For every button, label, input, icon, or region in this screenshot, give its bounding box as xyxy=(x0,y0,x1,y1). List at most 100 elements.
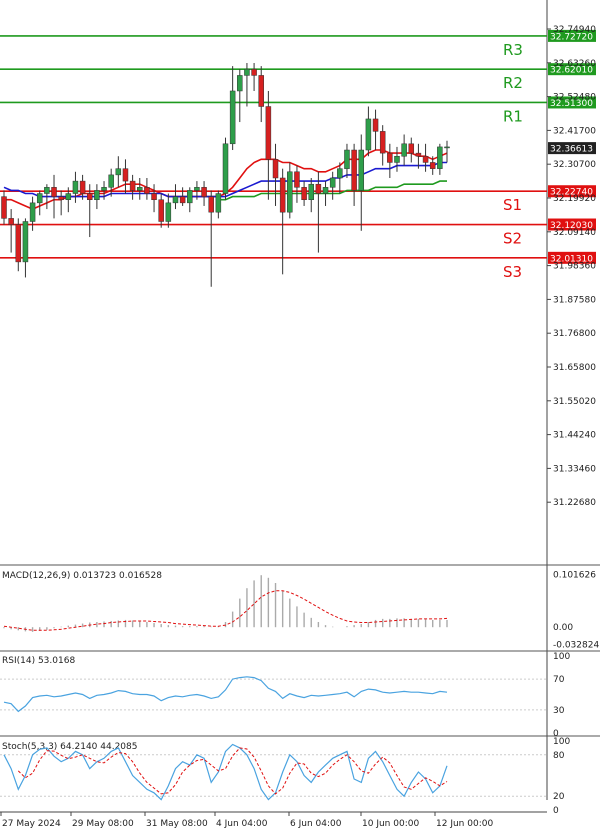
candle-body xyxy=(422,155,429,163)
chart-canvas: 32.72720R332.62010R232.51300R132.22740S1… xyxy=(0,0,600,829)
candle-body xyxy=(58,196,64,200)
candle-body xyxy=(415,152,422,157)
candle-body xyxy=(129,180,136,191)
indicator-panes: MACD(12,26,9) 0.013723 0.016528 RSI(14) 5… xyxy=(0,564,600,801)
candle-body xyxy=(22,221,29,263)
candle-body xyxy=(15,224,22,263)
candle-body xyxy=(208,196,214,213)
candle-body xyxy=(222,143,229,194)
candle-body xyxy=(365,118,372,151)
candle-body xyxy=(287,171,293,213)
candle-body xyxy=(194,187,200,191)
candle-body xyxy=(36,193,43,204)
candle-body xyxy=(437,146,443,169)
price-tick-label: 32.30700 xyxy=(553,160,596,170)
price-tick-label: 31.98360 xyxy=(553,262,596,272)
macd-tick-label: 0.101626 xyxy=(553,570,596,580)
rsi-tick-label: 70 xyxy=(553,675,565,685)
candle-body xyxy=(329,177,336,188)
candle-body xyxy=(294,171,300,188)
time-tick-label: 12 Jun 00:00 xyxy=(436,819,493,829)
candle-body xyxy=(258,75,264,107)
candle-body xyxy=(272,159,279,179)
candle-body xyxy=(344,149,350,169)
candle-body xyxy=(1,196,7,219)
rsi-tick-label: 30 xyxy=(553,706,565,716)
level-name-r1: R1 xyxy=(503,107,523,125)
candle-body xyxy=(187,190,193,204)
candle-body xyxy=(358,149,365,191)
candle-body xyxy=(215,193,222,213)
candle-body xyxy=(387,152,393,163)
time-tick-label: 31 May 08:00 xyxy=(146,819,208,829)
candle-body xyxy=(372,118,379,132)
candle-body xyxy=(165,202,172,222)
price-tick-label: 32.19920 xyxy=(553,194,596,204)
time-tick-label: 4 Jun 04:00 xyxy=(216,819,268,829)
level-name-s2: S2 xyxy=(503,230,522,248)
candle-body xyxy=(79,180,86,194)
time-tick-label: 27 May 2024 xyxy=(2,819,61,829)
candles xyxy=(1,62,450,287)
time-tick-label: 29 May 08:00 xyxy=(72,819,134,829)
candle-body xyxy=(337,168,343,179)
candle-body xyxy=(115,168,122,176)
level-name-r2: R2 xyxy=(503,74,523,92)
price-tick-label: 32.09140 xyxy=(553,228,596,238)
support-resistance-levels: 32.72720R332.62010R232.51300R132.22740S1… xyxy=(0,29,596,281)
level-name-s3: S3 xyxy=(503,263,522,281)
candle-body xyxy=(151,193,157,200)
time-tick-label: 6 Jun 04:00 xyxy=(290,819,342,829)
candle-body xyxy=(229,90,236,145)
price-tick-label: 31.44240 xyxy=(553,431,596,441)
candle-body xyxy=(429,162,436,169)
price-axis: 32.74940 32.63260 32.52480 32.41700 32.30700… xyxy=(547,25,599,816)
candle-body xyxy=(72,180,79,194)
candle-body xyxy=(244,68,250,76)
stoch-tick-label: 80 xyxy=(553,751,565,761)
rsi-tick-label: 100 xyxy=(553,652,570,662)
candle-body xyxy=(137,187,143,191)
candle-body xyxy=(379,131,386,154)
time-tick-label: 10 Jun 00:00 xyxy=(362,819,419,829)
price-tick-label: 31.55020 xyxy=(553,397,596,407)
price-tick-label: 32.63260 xyxy=(553,59,596,69)
candle-body xyxy=(51,187,57,197)
candle-body xyxy=(301,187,307,200)
macd-tick-label: -0.032824 xyxy=(553,640,599,650)
rsi-label: RSI(14) 53.0168 xyxy=(2,656,75,666)
price-tick-label: 31.65800 xyxy=(553,363,596,373)
candle-body xyxy=(86,193,93,200)
stoch-k-line xyxy=(3,743,448,801)
macd-label: MACD(12,26,9) 0.013723 0.016528 xyxy=(2,571,162,581)
candle-body xyxy=(251,68,257,76)
candle-body xyxy=(279,177,286,213)
candle-body xyxy=(144,187,150,194)
candle-body xyxy=(179,196,186,204)
macd-tick-label: 0.00 xyxy=(553,623,573,633)
candle-body xyxy=(237,75,243,92)
stoch-tick-label: 0 xyxy=(553,806,559,816)
current-price-label: 32.36613 xyxy=(550,145,593,155)
candle-body xyxy=(122,168,129,182)
candle-body xyxy=(394,155,400,163)
stoch-tick-label: 100 xyxy=(553,737,570,747)
candle-body xyxy=(322,187,329,194)
rsi-line xyxy=(3,676,448,713)
candle-body xyxy=(158,199,164,222)
candle-body xyxy=(351,149,357,191)
candle-body xyxy=(101,187,107,191)
candle-body xyxy=(172,196,179,204)
candle-body xyxy=(8,218,14,225)
candle-body xyxy=(444,146,450,149)
candle-body xyxy=(308,183,314,200)
candle-body xyxy=(29,202,36,222)
candle-body xyxy=(65,193,72,200)
candle-body xyxy=(201,187,207,197)
candle-body xyxy=(108,174,114,188)
time-axis: 27 May 2024 29 May 08:00 31 May 08:00 4 Jun… xyxy=(0,811,547,829)
candle-body xyxy=(94,190,100,200)
price-tick-label: 32.52480 xyxy=(553,93,596,103)
candle-body xyxy=(408,143,415,154)
price-tick-label: 31.87580 xyxy=(553,295,596,305)
